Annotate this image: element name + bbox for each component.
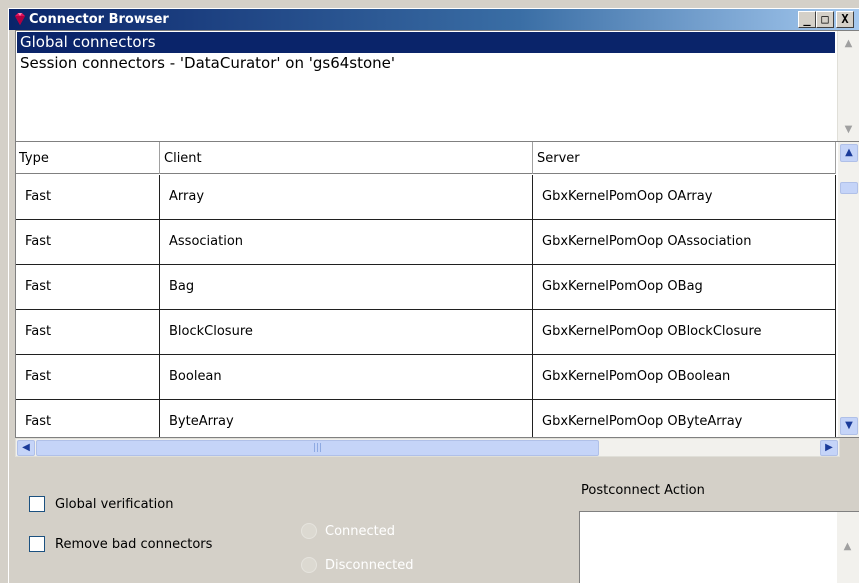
session-item-global[interactable]: Global connectors (17, 32, 835, 53)
table-row[interactable]: Fast Array GbxKernelPomOop OArray (16, 175, 836, 220)
title-bar[interactable]: Connector Browser _ □ X (9, 9, 859, 30)
column-header-client[interactable]: Client (160, 142, 533, 174)
session-list-scrollbar[interactable]: ▲ ▼ (837, 31, 859, 142)
table-vertical-scrollbar[interactable]: ▲ ▼ (838, 142, 859, 437)
table-row[interactable]: Fast ByteArray GbxKernelPomOop OByteArra… (16, 400, 836, 437)
session-list[interactable]: Global connectors Session connectors - '… (15, 30, 859, 143)
cell-server: GbxKernelPomOop OAssociation (533, 220, 836, 264)
scroll-thumb[interactable]: ||| (36, 440, 599, 456)
scroll-down-icon[interactable]: ▼ (840, 417, 858, 435)
scroll-down-icon[interactable]: ▼ (840, 121, 857, 138)
connector-browser-window: Connector Browser _ □ X Global connector… (8, 8, 859, 583)
postconnect-action-textarea[interactable]: ▲ (579, 511, 859, 583)
cell-client: BlockClosure (160, 310, 533, 354)
scroll-up-icon[interactable]: ▲ (839, 538, 856, 555)
checkbox-box[interactable] (29, 536, 45, 552)
cell-type: Fast (16, 175, 160, 219)
table-header: Type Client Server (16, 142, 836, 174)
checkbox-box[interactable] (29, 496, 45, 512)
connectors-table[interactable]: Type Client Server Fast Array GbxKernelP… (15, 141, 859, 438)
table-row[interactable]: Fast Boolean GbxKernelPomOop OBoolean (16, 355, 836, 400)
scroll-thumb[interactable] (840, 182, 858, 194)
table-row[interactable]: Fast Bag GbxKernelPomOop OBag (16, 265, 836, 310)
connected-radio: Connected (301, 522, 395, 540)
scroll-left-icon[interactable]: ◀ (17, 440, 35, 456)
cell-client: Association (160, 220, 533, 264)
cell-server: GbxKernelPomOop OBlockClosure (533, 310, 836, 354)
radio-circle (301, 523, 317, 539)
table-row[interactable]: Fast Association GbxKernelPomOop OAssoci… (16, 220, 836, 265)
cell-type: Fast (16, 220, 160, 264)
remove-bad-connectors-checkbox[interactable]: Remove bad connectors (29, 535, 212, 553)
gem-icon (15, 13, 25, 25)
window-title: Connector Browser (29, 12, 169, 27)
cell-client: Boolean (160, 355, 533, 399)
session-item-datacurator[interactable]: Session connectors - 'DataCurator' on 'g… (17, 53, 835, 74)
postconnect-action-label: Postconnect Action (581, 483, 705, 498)
global-verification-label: Global verification (55, 496, 174, 512)
cell-server: GbxKernelPomOop OBoolean (533, 355, 836, 399)
cell-server: GbxKernelPomOop OArray (533, 175, 836, 219)
disconnected-label: Disconnected (325, 557, 414, 573)
cell-type: Fast (16, 265, 160, 309)
table-horizontal-scrollbar[interactable]: ◀ ||| ▶ (15, 438, 840, 457)
minimize-button[interactable]: _ (798, 11, 816, 28)
cell-client: ByteArray (160, 400, 533, 437)
cell-server: GbxKernelPomOop OBag (533, 265, 836, 309)
connected-label: Connected (325, 523, 396, 539)
scroll-up-icon[interactable]: ▲ (840, 144, 858, 162)
cell-type: Fast (16, 310, 160, 354)
scroll-up-icon[interactable]: ▲ (840, 35, 857, 52)
cell-type: Fast (16, 400, 160, 437)
global-verification-checkbox[interactable]: Global verification (29, 495, 173, 513)
remove-bad-connectors-label: Remove bad connectors (55, 536, 213, 552)
disconnected-radio: Disconnected (301, 556, 413, 574)
radio-circle (301, 557, 317, 573)
postconnect-scrollbar[interactable]: ▲ (837, 512, 859, 583)
table-row[interactable]: Fast BlockClosure GbxKernelPomOop OBlock… (16, 310, 836, 355)
maximize-button[interactable]: □ (816, 11, 834, 28)
scroll-right-icon[interactable]: ▶ (820, 440, 838, 456)
cell-client: Array (160, 175, 533, 219)
cell-type: Fast (16, 355, 160, 399)
close-button[interactable]: X (836, 11, 854, 28)
cell-server: GbxKernelPomOop OByteArray (533, 400, 836, 437)
cell-client: Bag (160, 265, 533, 309)
column-header-type[interactable]: Type (16, 142, 160, 174)
column-header-server[interactable]: Server (533, 142, 836, 174)
